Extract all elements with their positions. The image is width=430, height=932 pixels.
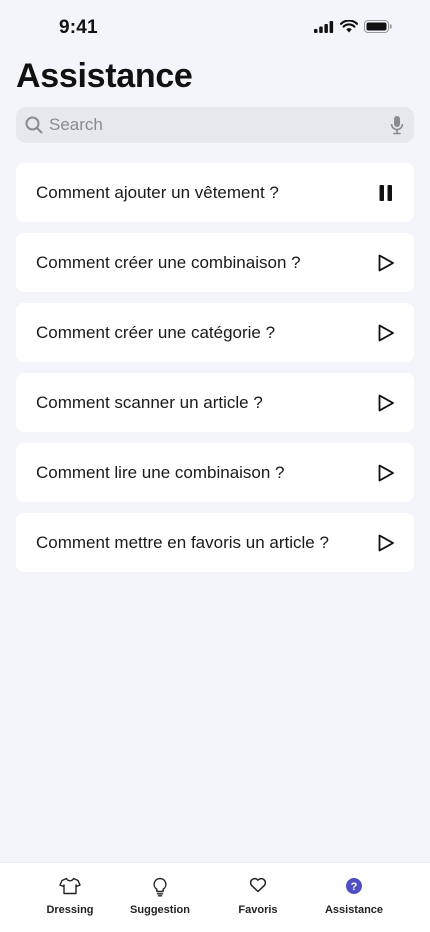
play-icon[interactable]	[376, 323, 396, 343]
tab-label: Assistance	[324, 904, 384, 916]
status-bar: 9:41	[0, 0, 430, 56]
heart-icon	[249, 877, 267, 893]
faq-item-ajouter-vetement[interactable]: Comment ajouter un vêtement ?	[16, 163, 414, 222]
microphone-icon[interactable]	[390, 115, 404, 135]
tab-bar: Dressing Suggestion Favoris ? Assistance	[0, 862, 430, 932]
lightbulb-icon	[153, 877, 167, 897]
faq-item-label: Comment ajouter un vêtement ?	[36, 183, 279, 202]
search-icon	[25, 116, 43, 134]
faq-item-label: Comment lire une combinaison ?	[36, 463, 285, 482]
faq-item-creer-combinaison[interactable]: Comment créer une combinaison ?	[16, 233, 414, 292]
tab-label: Favoris	[238, 904, 278, 916]
play-icon[interactable]	[376, 463, 396, 483]
tshirt-icon	[59, 877, 81, 895]
tab-label: Dressing	[46, 904, 94, 916]
search-bar[interactable]	[16, 107, 414, 143]
wifi-icon	[340, 20, 358, 33]
play-icon[interactable]	[376, 533, 396, 553]
cellular-signal-icon	[314, 20, 334, 33]
status-time: 9:41	[59, 17, 98, 38]
faq-list: Comment ajouter un vêtement ? Comment cr…	[16, 163, 414, 583]
status-icons	[314, 20, 392, 33]
battery-icon	[364, 20, 392, 33]
tab-favoris[interactable]: Favoris	[213, 863, 303, 932]
tab-assistance[interactable]: ? Assistance	[309, 863, 399, 932]
pause-icon[interactable]	[376, 183, 396, 203]
faq-item-scanner-article[interactable]: Comment scanner un article ?	[16, 373, 414, 432]
tab-label: Suggestion	[130, 904, 190, 916]
faq-item-label: Comment créer une combinaison ?	[36, 253, 301, 272]
faq-item-label: Comment mettre en favoris un article ?	[36, 533, 329, 552]
tab-dressing[interactable]: Dressing	[25, 863, 115, 932]
faq-item-favoris-article[interactable]: Comment mettre en favoris un article ?	[16, 513, 414, 572]
faq-item-creer-categorie[interactable]: Comment créer une catégorie ?	[16, 303, 414, 362]
play-icon[interactable]	[376, 393, 396, 413]
search-input[interactable]	[49, 107, 389, 143]
app-screen: 9:41 Assistance Search Comment ajouter u…	[0, 0, 430, 932]
faq-item-label: Comment scanner un article ?	[36, 393, 263, 412]
question-circle-icon: ?	[346, 878, 362, 894]
svg-text:?: ?	[351, 881, 358, 893]
page-title: Assistance	[16, 57, 193, 95]
faq-item-label: Comment créer une catégorie ?	[36, 323, 276, 342]
faq-item-lire-combinaison[interactable]: Comment lire une combinaison ?	[16, 443, 414, 502]
tab-suggestion[interactable]: Suggestion	[115, 863, 205, 932]
play-icon[interactable]	[376, 253, 396, 273]
